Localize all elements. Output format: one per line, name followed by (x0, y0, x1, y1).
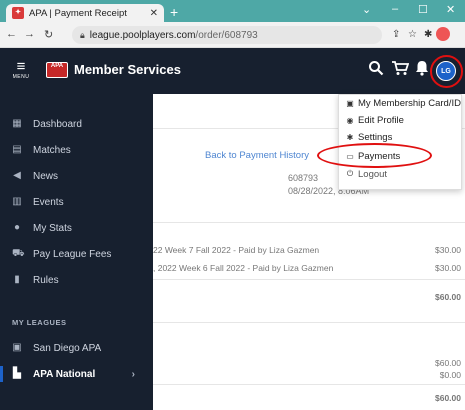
sidebar-item-matches[interactable]: ▤ Matches (0, 138, 153, 162)
back-to-payment-history-link[interactable]: Back to Payment History (205, 150, 309, 161)
back-arrow-icon[interactable]: ← (6, 28, 17, 40)
bell-icon[interactable] (415, 60, 429, 81)
sidebar-item-label: Matches (33, 144, 71, 156)
window-close-button[interactable]: ✕ (446, 3, 455, 16)
sidebar-item-label: Pay League Fees (33, 248, 112, 260)
apa-favicon-icon: ✦ (12, 7, 24, 19)
divider (153, 384, 465, 385)
tab-title: APA | Payment Receipt (29, 7, 127, 19)
menu-item-settings[interactable]: ✱ Settings (345, 130, 393, 144)
grand-total: $60.00 (435, 393, 461, 403)
summary-discount: $0.00 (439, 370, 461, 380)
id-card-icon: ▣ (12, 342, 22, 353)
menu-item-membership-card[interactable]: ▣ My Membership Card/ID (345, 96, 461, 110)
active-indicator (0, 366, 3, 382)
hamburger-icon: ≡ (16, 58, 26, 75)
url-input[interactable]: 🔒︎ league.poolplayers.com /order/608793 (72, 26, 382, 44)
menu-label: MENU (12, 74, 30, 80)
menu-item-label: My Membership Card/ID (358, 97, 461, 109)
browser-tab[interactable]: ✦ APA | Payment Receipt ✕ (6, 4, 164, 22)
sidebar-item-label: News (33, 170, 59, 182)
sidebar-item-san-diego-apa[interactable]: ▣ San Diego APA (0, 336, 153, 360)
id-card-icon: ▣ (346, 98, 354, 108)
new-tab-button[interactable]: + (170, 4, 178, 20)
subtotal-amount: $60.00 (435, 292, 461, 302)
credit-card-icon: ▭ (346, 151, 354, 161)
calendar-icon: ▥ (12, 196, 22, 207)
user-dropdown-menu: ▣ My Membership Card/ID ◉ Edit Profile ✱… (338, 94, 462, 190)
apa-logo[interactable]: APA (46, 62, 68, 78)
sidebar-item-apa-national[interactable]: ▙ APA National › (0, 362, 153, 386)
menu-item-payments[interactable]: ▭ Payments (345, 149, 400, 163)
divider (153, 222, 465, 223)
my-leagues-heading: MY LEAGUES (12, 318, 67, 327)
url-path: /order/608793 (195, 29, 258, 41)
menu-item-label: Logout (358, 168, 388, 180)
cart-icon[interactable] (391, 60, 410, 81)
menu-item-logout[interactable]: ⏻ Logout (345, 167, 387, 181)
person-icon: ● (13, 222, 21, 233)
search-icon[interactable] (368, 60, 384, 81)
tab-search-icon[interactable]: ⌄ (362, 3, 371, 16)
line-item-description: , 2022 Week 6 Fall 2022 - Paid by Liza G… (153, 263, 334, 273)
sidebar-item-label: APA National (33, 368, 96, 380)
logout-icon: ⏻ (346, 169, 354, 178)
url-host: league.poolplayers.com (89, 29, 196, 41)
maximize-button[interactable]: ☐ (418, 3, 428, 16)
chevron-right-icon: › (131, 368, 135, 380)
user-circle-icon: ◉ (346, 115, 354, 125)
dashboard-icon: ▦ (12, 118, 22, 129)
user-avatar[interactable]: LG (436, 61, 456, 81)
line-item-amount: $30.00 (435, 245, 461, 255)
sidebar-item-events[interactable]: ▥ Events (0, 190, 153, 214)
matches-icon: ▤ (12, 144, 22, 155)
minimize-button[interactable]: – (392, 3, 398, 15)
menu-item-edit-profile[interactable]: ◉ Edit Profile (345, 113, 404, 127)
cart-icon: ⛟ (12, 248, 25, 259)
summary-total: $60.00 (435, 358, 461, 368)
address-bar-row: ← → ↻ 🔒︎ league.poolplayers.com /order/6… (0, 22, 465, 48)
sidebar-item-rules[interactable]: ▮ Rules (0, 268, 153, 292)
gear-icon: ✱ (346, 132, 354, 142)
bookmark-star-icon[interactable]: ☆ (408, 29, 417, 40)
sidebar-item-dashboard[interactable]: ▦ Dashboard (0, 112, 153, 136)
order-number: 608793 (288, 173, 319, 183)
sidebar-item-pay-league-fees[interactable]: ⛟ Pay League Fees (0, 242, 153, 266)
divider (153, 322, 465, 323)
line-item-description: 22 Week 7 Fall 2022 - Paid by Liza Gazme… (153, 245, 320, 255)
menu-item-label: Edit Profile (358, 114, 404, 126)
divider (153, 279, 465, 280)
app-header: ≡ MENU APA Member Services (0, 48, 465, 94)
sidebar-item-label: San Diego APA (33, 342, 102, 354)
menu-button[interactable]: ≡ MENU (12, 58, 30, 80)
sidebar-item-label: My Stats (33, 222, 72, 234)
browser-profile-icon[interactable] (436, 27, 450, 41)
sidebar-item-label: Rules (33, 274, 59, 286)
line-item-amount: $30.00 (435, 263, 461, 273)
sidebar-item-my-stats[interactable]: ● My Stats (0, 216, 153, 240)
sidebar: ▦ Dashboard ▤ Matches ◀ News ▥ Events ● … (0, 94, 153, 410)
browser-tab-bar: ✦ APA | Payment Receipt ✕ + ⌄ – ☐ ✕ (0, 0, 465, 22)
reload-icon[interactable]: ↻ (44, 28, 53, 41)
megaphone-icon: ◀ (13, 170, 21, 181)
book-icon: ▮ (14, 274, 20, 285)
tab-close-icon[interactable]: ✕ (150, 8, 158, 19)
share-icon[interactable]: ⇪ (392, 29, 400, 40)
building-icon: ▙ (13, 368, 21, 379)
forward-arrow-icon[interactable]: → (24, 28, 35, 40)
sidebar-item-label: Dashboard (33, 118, 82, 130)
sidebar-item-news[interactable]: ◀ News (0, 164, 153, 188)
app-title: Member Services (74, 62, 181, 77)
sidebar-item-label: Events (33, 196, 64, 208)
lock-icon: 🔒︎ (80, 29, 85, 40)
menu-item-label: Settings (358, 131, 393, 143)
menu-item-label: Payments (358, 150, 401, 162)
extensions-icon[interactable]: ✱ (424, 29, 432, 40)
